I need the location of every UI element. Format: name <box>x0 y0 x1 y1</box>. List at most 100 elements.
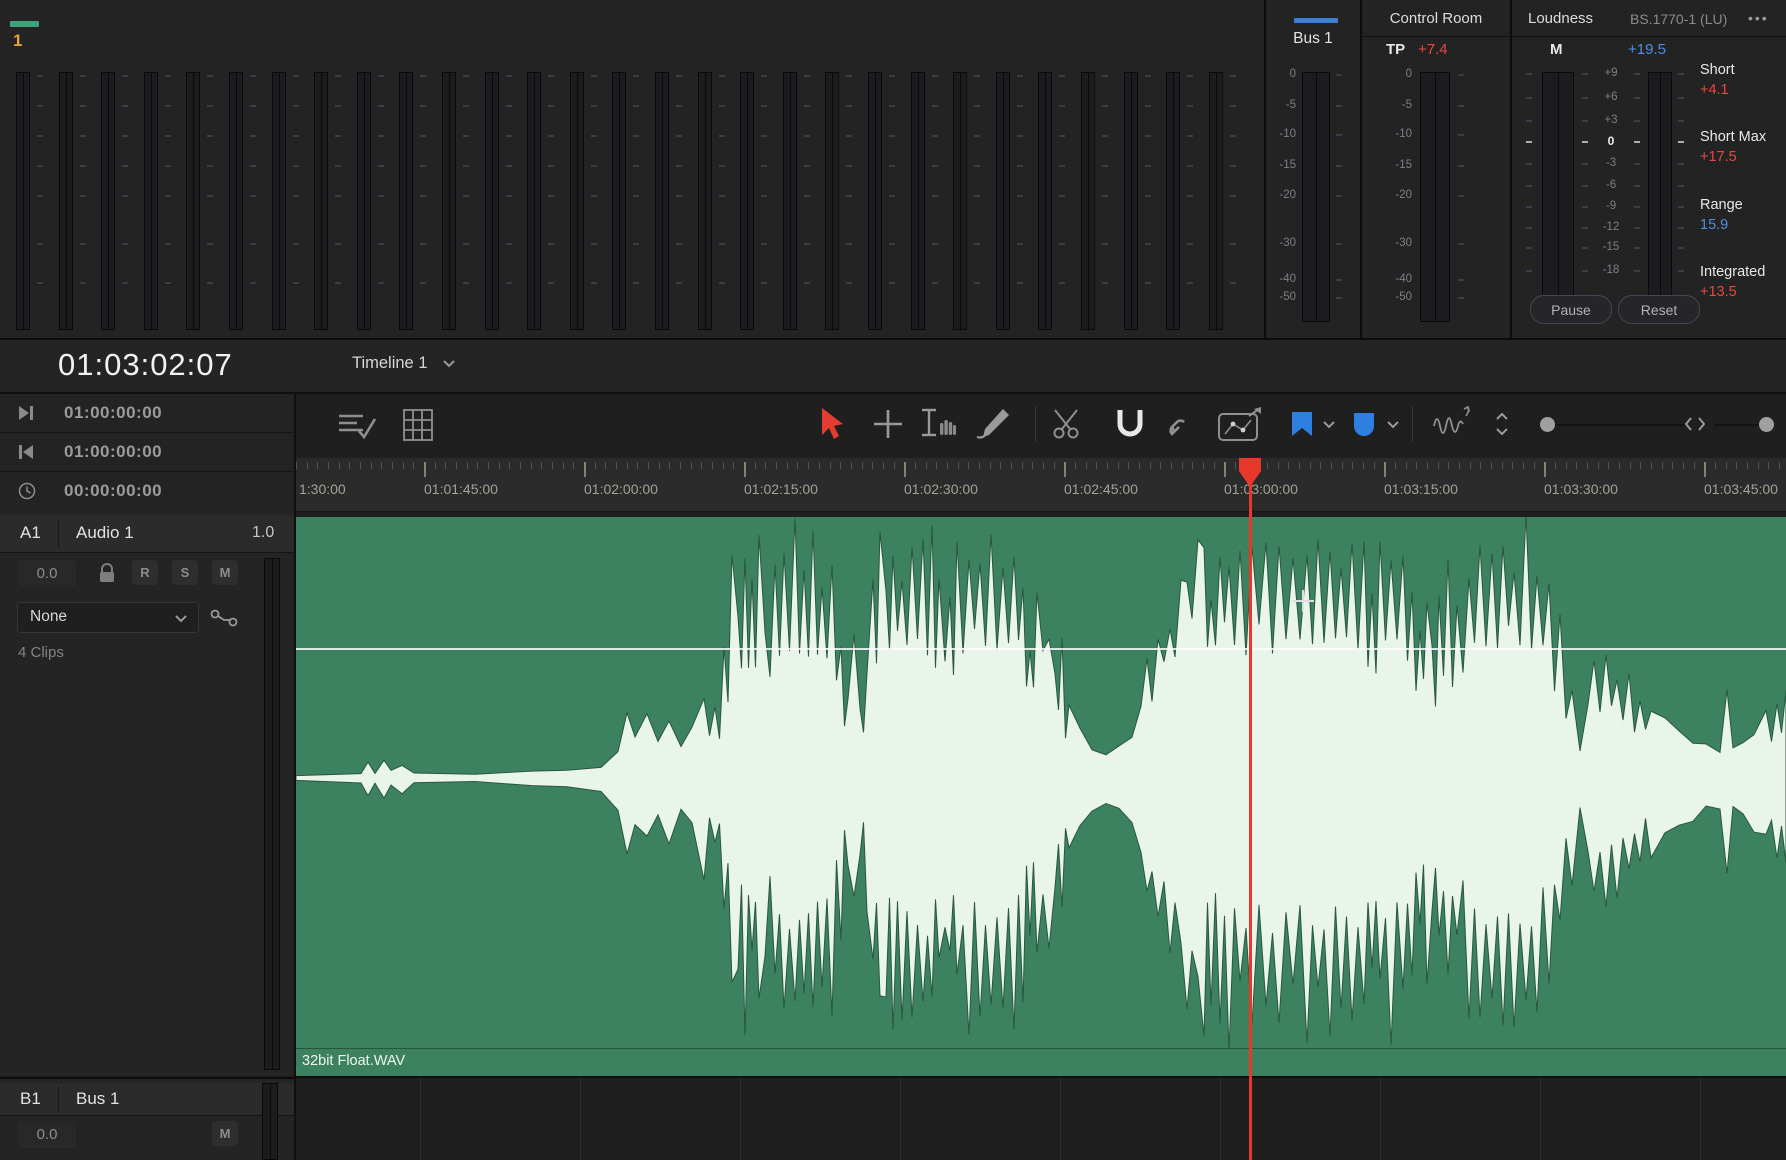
track-index-grid-icon[interactable] <box>398 407 438 443</box>
channel-meter <box>16 72 30 330</box>
loudness-title: Loudness <box>1528 10 1593 27</box>
duration-clock-icon[interactable] <box>18 482 36 500</box>
channel-meter <box>357 72 371 330</box>
channel-meter <box>101 72 115 330</box>
ruler-label: 01:03:45:00 <box>1704 481 1778 497</box>
timeline-selector-label: Timeline 1 <box>352 354 428 373</box>
track-a1-automation-icon[interactable] <box>208 604 240 632</box>
control-room-db-scale: 0-5-10-15-20-30-40-50 <box>1362 0 1412 338</box>
flag-menu-chevron-icon[interactable] <box>1320 416 1338 432</box>
track-b1-name-row[interactable]: B1 Bus 1 <box>0 1083 296 1116</box>
chevron-down-icon <box>442 359 456 368</box>
channel-meter <box>740 72 754 330</box>
ruler-label: 01:03:30:00 <box>1544 481 1618 497</box>
loudness-standard: BS.1770-1 (LU) <box>1630 11 1727 27</box>
channel-meter <box>1038 72 1052 330</box>
bus1-meter-panel: Bus 1 0-5-10-15-20-30-40-50 <box>1266 0 1360 338</box>
track-b1-header[interactable]: B1 Bus 1 0.0 M <box>0 1079 296 1160</box>
stat-integrated-value: +13.5 <box>1700 284 1737 300</box>
track-a1-record-arm-button[interactable]: R <box>132 560 158 585</box>
playhead-line[interactable] <box>1249 458 1252 1160</box>
channel-meter <box>783 72 797 330</box>
bus1-meter <box>1302 72 1330 322</box>
channel-meter <box>144 72 158 330</box>
selection-tool[interactable] <box>814 404 850 444</box>
track-a1-effect-dropdown[interactable]: None <box>17 602 199 633</box>
track-a1-id: A1 <box>20 523 41 543</box>
channel-meter <box>868 72 882 330</box>
timeline-ruler[interactable]: 1:30:0001:01:45:0001:02:00:0001:02:15:00… <box>296 458 1786 512</box>
jog-timecode-duration[interactable]: 00:00:00:00 <box>64 481 162 501</box>
clip-name: 32bit Float.WAV <box>302 1053 405 1069</box>
clip-volume-line[interactable] <box>296 648 1786 650</box>
transport-bar: 01:03:02:07 Timeline 1 <box>0 340 1786 392</box>
track-a1-solo-button[interactable]: S <box>172 560 198 585</box>
timeline-view-options-icon[interactable] <box>336 407 380 443</box>
clip-name-bar: 32bit Float.WAV <box>296 1048 1786 1076</box>
fairlight-audio-page: { "colors": { "accent_red": "#e8483c", "… <box>0 0 1786 1160</box>
channel-meter <box>442 72 456 330</box>
track-height-slider-knob[interactable] <box>1540 417 1555 432</box>
loudness-menu-icon[interactable]: ••• <box>1748 10 1769 26</box>
stat-range-value: 15.9 <box>1700 217 1728 233</box>
snapping-magnet-icon[interactable] <box>1108 404 1152 444</box>
channel-meter <box>314 72 328 330</box>
pencil-tool[interactable] <box>970 404 1014 444</box>
jog-timecode-out[interactable]: 01:00:00:00 <box>64 403 162 423</box>
vertical-zoom-icon[interactable] <box>1490 408 1514 440</box>
bus1-color-bar <box>1294 18 1338 23</box>
range-selection-tool[interactable] <box>916 404 960 444</box>
master-timecode[interactable]: 01:03:02:07 <box>58 347 233 383</box>
bus-track-lane[interactable] <box>296 1078 1786 1160</box>
channel-meter <box>996 72 1010 330</box>
track-a1-mute-button[interactable]: M <box>212 560 238 585</box>
ruler-label: 01:02:30:00 <box>904 481 978 497</box>
channel-meter <box>186 72 200 330</box>
stat-range-label: Range <box>1700 197 1743 213</box>
jog-timecode-in[interactable]: 01:00:00:00 <box>64 442 162 462</box>
ruler-label: 01:01:45:00 <box>424 481 498 497</box>
track-b1-mute-button[interactable]: M <box>212 1121 238 1146</box>
razor-tool[interactable] <box>1048 404 1088 444</box>
crosshair-cursor <box>1292 590 1314 612</box>
jog-row: 01:00:00:00 <box>0 433 296 471</box>
track-height-slider[interactable] <box>1540 424 1688 426</box>
timeline-selector[interactable]: Timeline 1 <box>352 354 456 373</box>
ruler-label: 01:02:15:00 <box>744 481 818 497</box>
track-a1-name-row[interactable]: A1 Audio 1 1.0 <box>0 515 296 553</box>
linked-selection-icon[interactable] <box>1162 404 1202 444</box>
loudness-pause-button[interactable]: Pause <box>1530 295 1612 324</box>
track-a1-lock-icon[interactable] <box>94 560 120 586</box>
ruler-label: 01:02:00:00 <box>584 481 658 497</box>
channel-meter <box>612 72 626 330</box>
loudness-panel: Loudness BS.1770-1 (LU) ••• M +19.5 +9+6… <box>1512 0 1786 338</box>
loudness-reset-button[interactable]: Reset <box>1618 295 1700 324</box>
playhead-marker[interactable] <box>1238 458 1262 488</box>
channel-meter <box>1124 72 1138 330</box>
timeline-zoom-slider[interactable] <box>1714 424 1774 426</box>
timeline-zoom-slider-knob[interactable] <box>1759 417 1774 432</box>
jog-fields: 01:00:00:00 01:00:00:00 00:00:00:00 <box>0 394 296 512</box>
stat-integrated-label: Integrated <box>1700 264 1765 280</box>
flag-icon[interactable] <box>1288 406 1316 442</box>
waveform <box>296 517 1786 1048</box>
marker-icon[interactable] <box>1350 406 1378 442</box>
channel-meter <box>272 72 286 330</box>
channel-meter <box>527 72 541 330</box>
keyframe-editor-icon[interactable] <box>1214 404 1266 444</box>
trim-tool[interactable] <box>868 404 908 444</box>
momentary-value: +19.5 <box>1628 41 1666 58</box>
stat-short-label: Short <box>1700 62 1735 78</box>
marker-menu-chevron-icon[interactable] <box>1384 416 1402 432</box>
track-a1-level-meter <box>264 558 280 1070</box>
jog-row: 01:00:00:00 <box>0 394 296 432</box>
track-b1-volume[interactable]: 0.0 <box>18 1121 76 1148</box>
skip-to-start-icon[interactable] <box>18 444 36 460</box>
horizontal-zoom-icon[interactable] <box>1682 412 1708 436</box>
channel-meter <box>655 72 669 330</box>
stat-shortmax-value: +17.5 <box>1700 149 1737 165</box>
skip-to-end-icon[interactable] <box>18 405 36 421</box>
track-a1-volume[interactable]: 0.0 <box>18 560 76 587</box>
track-a1-header[interactable]: A1 Audio 1 1.0 0.0 R S M None 4 Clips <box>0 512 296 1076</box>
audio-clip[interactable]: 32bit Float.WAV <box>296 517 1786 1076</box>
